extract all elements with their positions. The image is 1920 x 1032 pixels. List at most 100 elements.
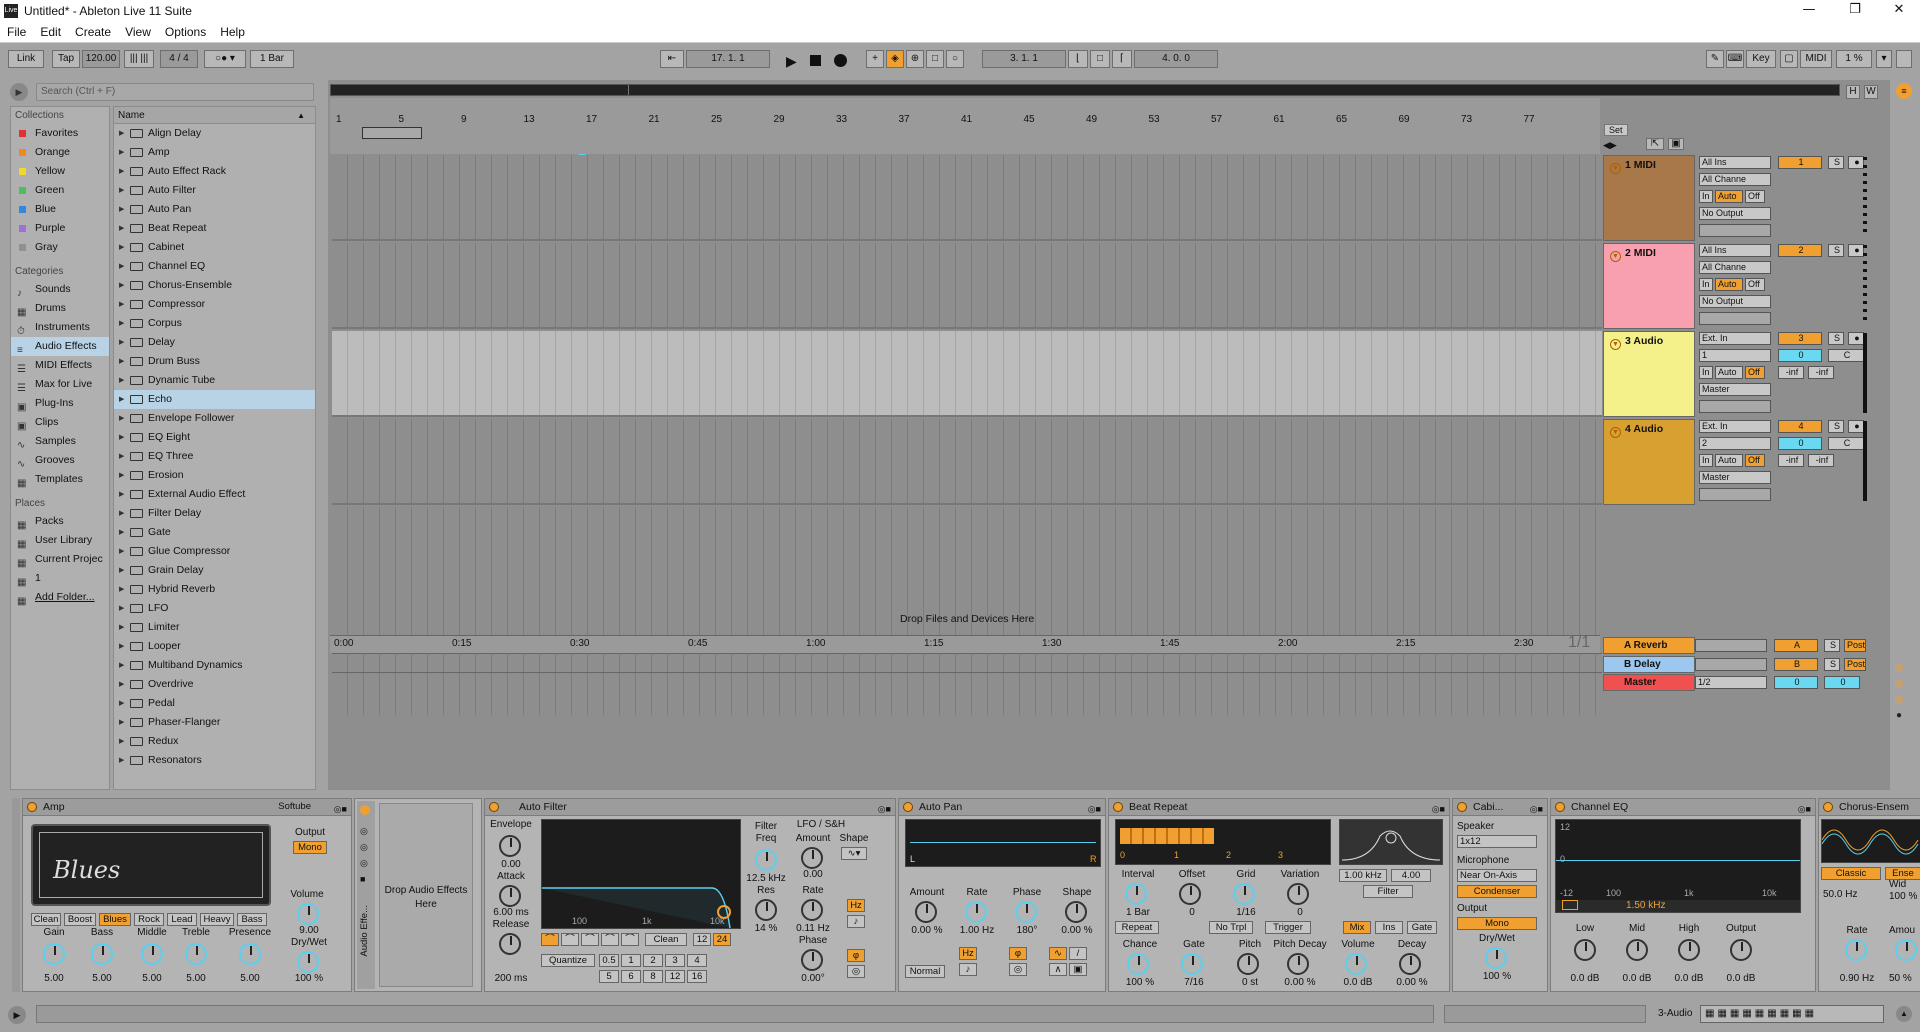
browser-item[interactable]: ▶ Echo (114, 390, 315, 409)
browser-item[interactable]: ▶ Looper (114, 637, 315, 656)
trigger-select[interactable]: Trigger (1265, 921, 1311, 934)
return-track-header[interactable]: A Reverb (1603, 637, 1695, 654)
power-icon[interactable] (1823, 802, 1833, 812)
hz-button[interactable]: Hz (959, 947, 977, 960)
return-activator-button[interactable]: A (1774, 639, 1818, 652)
expand-triangle-icon[interactable]: ▶ (119, 523, 124, 542)
normal-select[interactable]: Normal (905, 965, 945, 978)
draw-mode-icon[interactable]: ✎ (1706, 50, 1724, 68)
expand-icon[interactable]: ⇱ (1646, 138, 1664, 150)
shape-knob[interactable] (1065, 901, 1087, 923)
monitor-off-button[interactable]: Off (1745, 278, 1765, 291)
release-knob[interactable] (499, 933, 521, 955)
punch-in-icon[interactable]: ⌊ (1068, 50, 1088, 68)
track-lane[interactable] (332, 419, 1602, 505)
decay-knob[interactable] (1399, 953, 1421, 975)
phase-knob[interactable] (801, 949, 823, 971)
clean-select[interactable]: Clean (645, 933, 687, 946)
overview-window[interactable] (331, 85, 629, 95)
expand-triangle-icon[interactable]: ▶ (119, 333, 124, 352)
close-icon[interactable]: ✕ (1876, 2, 1920, 17)
browser-item[interactable]: ▶ Compressor (114, 295, 315, 314)
input-channel-select[interactable]: All Channe (1699, 261, 1771, 274)
loop-length-field[interactable]: 4. 0. 0 (1134, 50, 1218, 68)
track-header[interactable]: ▼ 3 Audio (1603, 331, 1695, 417)
pan-field[interactable]: C (1828, 437, 1864, 450)
volume-field[interactable]: 0 (1778, 349, 1822, 362)
fold-icon[interactable]: ▼ (1610, 427, 1621, 438)
res-knob[interactable] (755, 899, 777, 921)
place-item[interactable]: ▦ Add Folder... (11, 588, 109, 607)
mono-button[interactable]: Mono (293, 841, 327, 854)
expand-triangle-icon[interactable]: ▶ (119, 447, 124, 466)
metronome-rate-select[interactable]: 1 Bar (250, 50, 294, 68)
device-menu-icon[interactable]: ◎■ (1798, 801, 1811, 817)
browser-item[interactable]: ▶ Overdrive (114, 675, 315, 694)
track-lane[interactable] (332, 243, 1602, 329)
category-instruments[interactable]: ⏱ Instruments (11, 318, 109, 337)
quantize-2-button[interactable]: 2 (643, 954, 663, 967)
expand-triangle-icon[interactable]: ▶ (119, 675, 124, 694)
monitor-auto-button[interactable]: Auto (1715, 190, 1743, 203)
place-item[interactable]: ▦ User Library (11, 531, 109, 550)
quantize-0-5-button[interactable]: 0.5 (599, 954, 619, 967)
post-button[interactable]: Post (1844, 639, 1866, 652)
menu-options[interactable]: Options (165, 25, 206, 39)
pitch-decay-knob[interactable] (1287, 953, 1309, 975)
monitor-in-button[interactable]: In (1699, 190, 1713, 203)
phase-mode-icon[interactable]: φ (847, 949, 865, 962)
browser-item[interactable]: ▶ EQ Three (114, 447, 315, 466)
menu-edit[interactable]: Edit (40, 25, 61, 39)
play-icon[interactable]: ▶ (786, 53, 797, 70)
midi-map-button[interactable]: MIDI (1800, 50, 1832, 68)
filter-type-lp-icon[interactable]: ⌒ (541, 933, 559, 946)
menu-create[interactable]: Create (75, 25, 111, 39)
arm-button[interactable]: ● (1848, 332, 1864, 345)
filter-type-bp-icon[interactable]: ⌒ (581, 933, 599, 946)
mode-gate-button[interactable]: Gate (1407, 921, 1437, 934)
place-item[interactable]: ▦ Packs (11, 512, 109, 531)
punch-icon[interactable]: ○ (946, 50, 964, 68)
mid-knob[interactable] (1626, 939, 1648, 961)
browser-item[interactable]: ▶ Delay (114, 333, 315, 352)
solo-button[interactable]: S (1828, 420, 1844, 433)
tap-button[interactable]: Tap (52, 50, 80, 68)
browser-item[interactable]: ▶ External Audio Effect (114, 485, 315, 504)
pan-field[interactable]: C (1828, 349, 1864, 362)
track-activator-button[interactable]: 4 (1778, 420, 1822, 433)
loop-start-field[interactable]: 3. 1. 1 (982, 50, 1066, 68)
input-channel-select[interactable]: 1 (1699, 349, 1771, 362)
expand-triangle-icon[interactable]: ▶ (119, 542, 124, 561)
bar-ruler[interactable]: 1 5 9 13 17 21 25 29 33 37 41 45 49 53 57 61 65 69 73 77 (332, 114, 1602, 128)
browser-item[interactable]: ▶ Grain Delay (114, 561, 315, 580)
rack-drop-zone[interactable]: Drop Audio Effects Here (379, 803, 473, 987)
filter-q-field[interactable]: 4.00 (1391, 869, 1431, 882)
chevron-down-icon[interactable]: ▾ (1876, 50, 1892, 68)
track-activator-button[interactable]: 3 (1778, 332, 1822, 345)
expand-triangle-icon[interactable]: ▶ (119, 314, 124, 333)
rate-knob[interactable] (801, 899, 823, 921)
filter-display[interactable] (1339, 819, 1443, 865)
cue-out-select[interactable]: 1/2 (1695, 676, 1767, 689)
monitor-off-button[interactable]: Off (1745, 366, 1765, 379)
fold-icon[interactable]: ▼ (1610, 163, 1621, 174)
expand-triangle-icon[interactable]: ▶ (119, 238, 124, 257)
collection-item[interactable]: Green (11, 181, 109, 200)
browser-item[interactable]: ▶ Cabinet (114, 238, 315, 257)
collection-item[interactable]: Purple (11, 219, 109, 238)
browser-item[interactable]: ▶ Envelope Follower (114, 409, 315, 428)
master-pan-field[interactable]: 0 (1824, 676, 1860, 689)
category-samples[interactable]: ∿ Samples (11, 432, 109, 451)
grid-knob[interactable] (1233, 883, 1255, 905)
solo-button[interactable]: S (1828, 156, 1844, 169)
middle-knob[interactable] (141, 943, 163, 965)
note-icon[interactable]: ♪ (847, 915, 865, 928)
session-record-icon[interactable]: ⊕ (906, 50, 924, 68)
phase-mode-icon[interactable]: φ (1009, 947, 1027, 960)
gain-knob[interactable] (43, 943, 65, 965)
pitch-knob[interactable] (1237, 953, 1259, 975)
amount-knob[interactable] (915, 901, 937, 923)
spin-icon[interactable]: ◎ (847, 965, 865, 978)
quantize-16-button[interactable]: 16 (687, 970, 707, 983)
computer-keyboard-icon[interactable]: ⌨ (1726, 50, 1744, 68)
